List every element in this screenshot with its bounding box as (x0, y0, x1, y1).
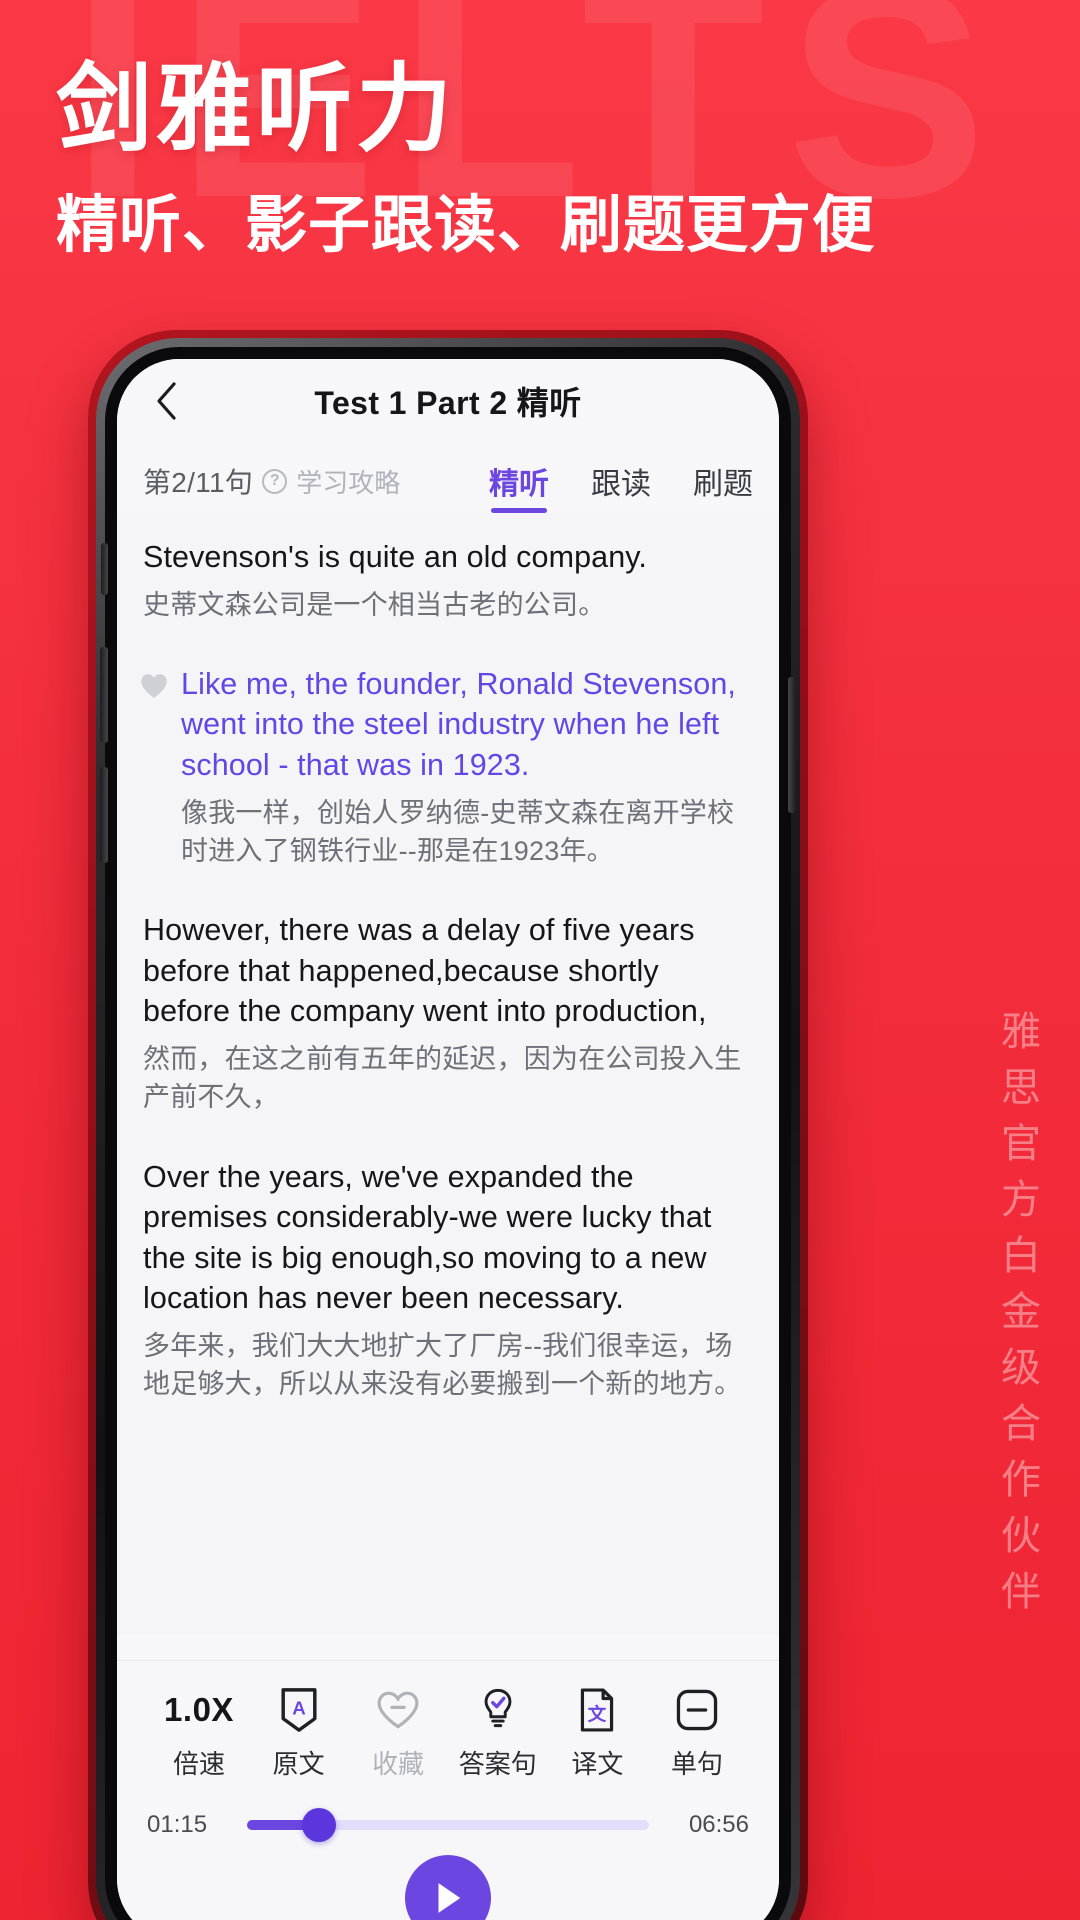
favorite-button[interactable]: 收藏 (350, 1687, 446, 1781)
speed-button[interactable]: 1.0X 倍速 (151, 1687, 247, 1781)
transcript-chinese: 像我一样，创始人罗纳德-史蒂文森在离开学校时进入了钢铁行业--那是在1923年。 (181, 797, 735, 866)
promo-title: 剑雅听力 (56, 53, 456, 165)
study-guide-link[interactable]: 学习攻略 (296, 463, 400, 500)
transcript-item[interactable]: Stevenson's is quite an old company. 史蒂文… (143, 537, 753, 624)
answer-sentence-button[interactable]: 答案句 (450, 1687, 546, 1781)
phone-device: Test 1 Part 2 精听 第2/11句 ? 学习攻略 精听 跟读 刷题 (88, 330, 808, 1920)
favorite-label: 收藏 (372, 1749, 425, 1779)
translate-doc-icon: 文 (577, 1687, 617, 1733)
subheader: 第2/11句 ? 学习攻略 精听 跟读 刷题 (117, 443, 779, 513)
original-text-button[interactable]: A 原文 (251, 1687, 347, 1781)
translation-label: 译文 (571, 1749, 624, 1779)
transcript-item-active[interactable]: Like me, the founder, Ronald Stevenson, … (141, 664, 753, 870)
question-mark-icon[interactable]: ? (262, 468, 288, 494)
current-time: 01:15 (147, 1811, 208, 1838)
single-sentence-label: 单句 (670, 1749, 723, 1779)
sentence-counter-group: 第2/11句 ? 学习攻略 (143, 461, 400, 513)
app-navbar: Test 1 Part 2 精听 (117, 359, 779, 443)
transcript-chinese: 然而，在这之前有五年的延迟，因为在公司投入生产前不久， (143, 1043, 742, 1113)
promo-subtitle: 精听、影子跟读、刷题更方便 (56, 187, 876, 261)
transcript-english: Like me, the founder, Ronald Stevenson, … (181, 666, 736, 783)
speed-label: 倍速 (172, 1749, 225, 1779)
play-icon (438, 1883, 461, 1913)
transcript-item[interactable]: Over the years, we've expanded the premi… (143, 1157, 753, 1404)
single-line-icon (675, 1687, 719, 1733)
back-button[interactable] (143, 378, 189, 424)
original-text-label: 原文 (272, 1749, 325, 1779)
shield-a-icon: A (278, 1687, 320, 1733)
promo-headline-group: 剑雅听力 精听、影子跟读、刷题更方便 (56, 53, 876, 262)
sentence-counter: 第2/11句 (143, 467, 254, 498)
action-toolbar: 1.0X 倍速 A 原文 收藏 答案句 文 译文 单句 (117, 1661, 779, 1789)
play-button[interactable] (405, 1855, 491, 1920)
phone-frame: Test 1 Part 2 精听 第2/11句 ? 学习攻略 精听 跟读 刷题 (100, 347, 796, 1920)
svg-text:A: A (292, 1697, 305, 1718)
player-panel: 1.0X 倍速 A 原文 收藏 答案句 文 译文 单句 01:15 06:56 (117, 1660, 779, 1920)
transcript-english: Over the years, we've expanded the premi… (143, 1159, 712, 1316)
power-button[interactable] (788, 677, 796, 813)
svg-text:文: 文 (588, 1704, 607, 1725)
total-time: 06:56 (688, 1811, 749, 1838)
promo-side-text: 雅思官方白金级合作伙伴 (994, 1010, 1040, 1626)
translation-button[interactable]: 文 译文 (549, 1687, 645, 1781)
play-row (117, 1839, 779, 1920)
transcript-list[interactable]: Stevenson's is quite an old company. 史蒂文… (117, 513, 779, 1635)
phone-screen: Test 1 Part 2 精听 第2/11句 ? 学习攻略 精听 跟读 刷题 (117, 359, 779, 1920)
mute-switch[interactable] (101, 543, 108, 595)
lightbulb-check-icon (478, 1687, 518, 1733)
transcript-english: Stevenson's is quite an old company. (143, 540, 647, 574)
transcript-chinese: 史蒂文森公司是一个相当古老的公司。 (143, 589, 606, 620)
answer-sentence-label: 答案句 (458, 1749, 537, 1779)
transcript-item[interactable]: However, there was a delay of five years… (143, 910, 753, 1116)
heart-icon[interactable] (139, 672, 169, 700)
tab-intensive-listening[interactable]: 精听 (489, 459, 549, 513)
chevron-left-icon (157, 382, 176, 420)
volume-up-button[interactable] (100, 647, 108, 743)
volume-down-button[interactable] (100, 767, 108, 863)
tab-practice[interactable]: 刷题 (693, 459, 753, 513)
heart-minus-icon (375, 1687, 421, 1733)
progress-row: 01:15 06:56 (117, 1789, 779, 1842)
progress-slider[interactable] (247, 1808, 649, 1842)
mode-tabs: 精听 跟读 刷题 (489, 459, 753, 513)
speed-value: 1.0X (164, 1691, 234, 1728)
page-title: Test 1 Part 2 精听 (314, 385, 582, 421)
speed-text: 1.0X (164, 1687, 234, 1733)
phone-bezel: Test 1 Part 2 精听 第2/11句 ? 学习攻略 精听 跟读 刷题 (96, 338, 800, 1920)
transcript-chinese: 多年来，我们大大地扩大了厂房--我们很幸运，场地足够大，所以从来没有必要搬到一个… (143, 1330, 742, 1400)
single-sentence-button[interactable]: 单句 (649, 1687, 745, 1781)
transcript-english: However, there was a delay of five years… (143, 913, 707, 1029)
tab-shadowing[interactable]: 跟读 (591, 459, 651, 513)
progress-thumb[interactable] (302, 1808, 337, 1842)
